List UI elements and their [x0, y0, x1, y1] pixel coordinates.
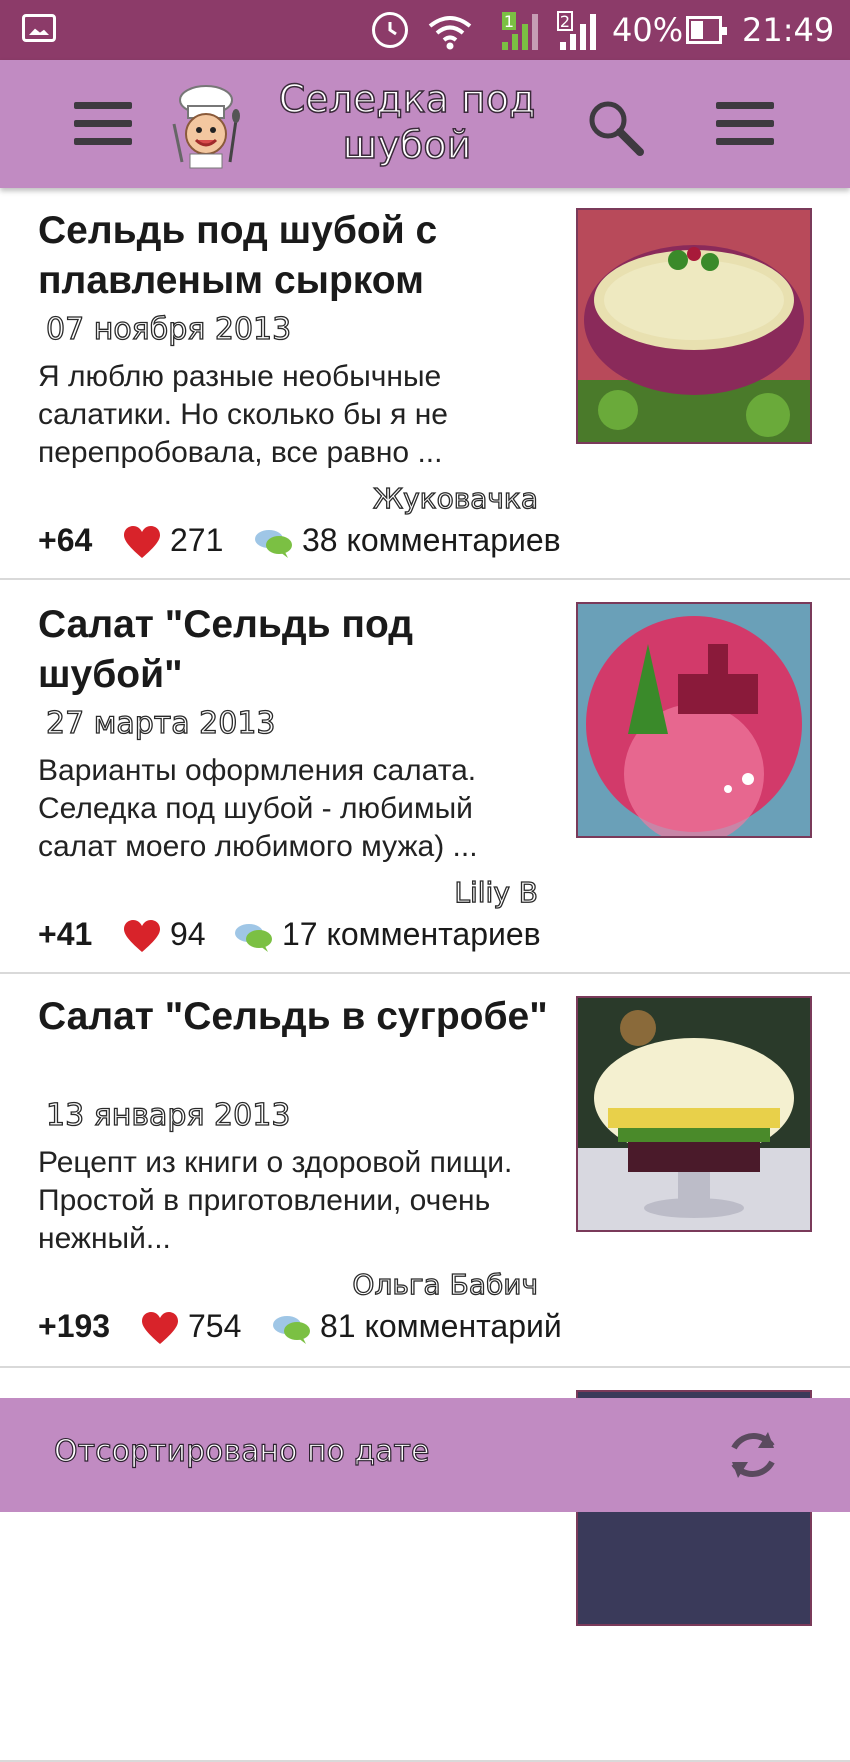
alarm-icon — [372, 12, 408, 48]
status-bar: 1 2 40% 21:49 — [0, 0, 850, 60]
likes-count: 271 — [170, 522, 224, 558]
heart-icon[interactable] — [142, 1312, 178, 1346]
rating-value: +64 — [38, 522, 93, 558]
overflow-menu-icon[interactable] — [716, 102, 774, 146]
recipe-date: 13 января 2013 — [45, 1097, 291, 1133]
sort-label[interactable]: Отсортировано по дате — [53, 1433, 430, 1469]
recipe-description: Я люблю разные необычные салатики. Но ск… — [38, 360, 448, 469]
recipe-description: Рецепт из книги о здоровой пищи. Простой… — [38, 1146, 513, 1255]
likes-count: 94 — [170, 916, 206, 952]
rating-value: +41 — [38, 916, 93, 952]
recipe-author[interactable]: Ольга Бабич — [352, 1267, 539, 1301]
recipe-author[interactable]: Liliy B — [454, 875, 539, 909]
comments-count[interactable]: 81 комментарий — [320, 1308, 562, 1345]
heart-icon[interactable] — [124, 526, 160, 560]
svg-text:1: 1 — [504, 12, 514, 31]
recipe-thumbnail[interactable] — [576, 602, 812, 838]
recipe-card[interactable]: Салат "Сельдь под шубой" 27 марта 2013 В… — [0, 582, 850, 974]
app-bar: Селедка под шубой — [0, 60, 850, 188]
recipe-date: 27 марта 2013 — [45, 705, 276, 741]
battery-percent: 40% — [612, 11, 684, 49]
comments-icon[interactable] — [254, 528, 294, 558]
battery-icon — [686, 16, 727, 44]
rating-value: +193 — [38, 1308, 111, 1344]
recipe-title[interactable]: Сельдь под шубой с плавленым сырком — [38, 206, 558, 306]
signal-sim2-icon: 2 — [557, 11, 596, 50]
recipe-thumbnail[interactable] — [576, 208, 812, 444]
bottom-bar: Отсортировано по дате — [0, 1398, 850, 1512]
wifi-icon — [428, 16, 472, 50]
page-title: Селедка под шубой — [278, 76, 536, 168]
likes-count: 754 — [188, 1308, 242, 1344]
recipe-thumbnail[interactable] — [576, 996, 812, 1232]
heart-icon[interactable] — [124, 920, 160, 954]
comments-count[interactable]: 38 комментариев — [302, 522, 561, 559]
clock: 21:49 — [742, 11, 835, 49]
comments-count[interactable]: 17 комментариев — [282, 916, 541, 953]
recipe-author[interactable]: Жуковачка — [372, 481, 538, 515]
recipe-description: Варианты оформления салата. Селедка под … — [38, 754, 478, 863]
hamburger-menu-icon[interactable] — [74, 102, 132, 146]
refresh-icon[interactable] — [722, 1424, 784, 1486]
comments-icon[interactable] — [272, 1314, 312, 1344]
recipe-card[interactable]: Сельдь под шубой с плавленым сырком 07 н… — [0, 188, 850, 580]
search-icon[interactable] — [586, 98, 646, 158]
comments-icon[interactable] — [234, 922, 274, 952]
recipe-title[interactable]: Салат "Сельдь под шубой" — [38, 600, 558, 700]
signal-sim1-icon: 1 — [502, 12, 538, 50]
svg-text:2: 2 — [560, 12, 570, 31]
gallery-notification-icon — [22, 14, 56, 42]
chef-logo-icon[interactable] — [168, 84, 244, 170]
recipe-date: 07 ноября 2013 — [45, 311, 292, 347]
recipe-title[interactable]: Салат "Сельдь в сугробе" — [38, 992, 558, 1042]
recipe-card[interactable]: Салат "Сельдь в сугробе" 13 января 2013 … — [0, 976, 850, 1368]
